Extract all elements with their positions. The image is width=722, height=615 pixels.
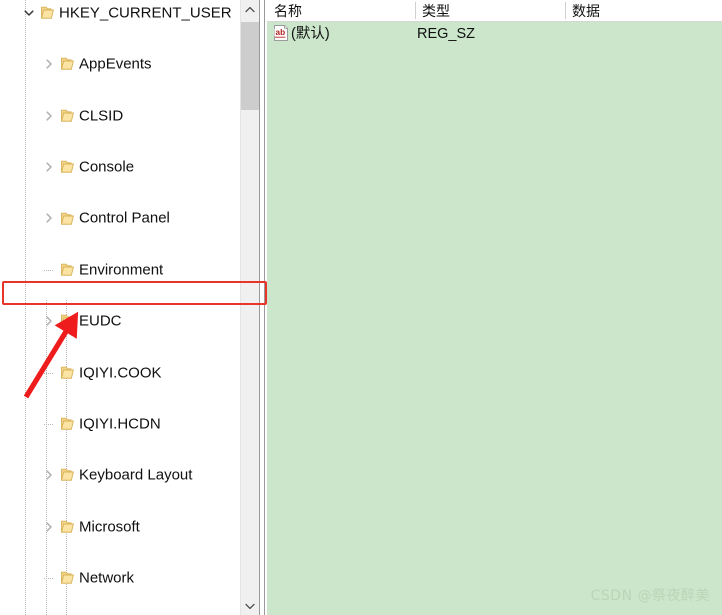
tree-item-label: Keyboard Layout <box>79 466 193 484</box>
svg-text:ab: ab <box>276 28 286 37</box>
tree-item-appevents[interactable]: AppEvents <box>0 51 240 77</box>
folder-icon <box>60 570 76 585</box>
chevron-right-icon[interactable] <box>42 520 56 534</box>
tree-connector <box>44 269 53 271</box>
tree-connector <box>44 578 53 580</box>
tree-item-label: HKEY_CURRENT_USER <box>59 4 232 22</box>
value-row[interactable]: ab (默认) REG_SZ <box>267 22 722 46</box>
tree-item-network[interactable]: Network <box>0 565 240 591</box>
chevron-right-icon[interactable] <box>42 57 56 71</box>
chevron-right-icon[interactable] <box>42 160 56 174</box>
tree-item-hkey-current-user[interactable]: HKEY_CURRENT_USER <box>0 0 240 26</box>
registry-tree-pane[interactable]: HKEY_CURRENT_USER AppEvents CLSID Console Co… <box>0 0 240 615</box>
tree-item-label: IQIYI.COOK <box>79 364 162 382</box>
folder-icon <box>60 262 76 277</box>
tree-item-label: Control Panel <box>79 209 170 227</box>
chevron-right-icon[interactable] <box>42 468 56 482</box>
folder-icon <box>60 313 76 328</box>
registry-tree-list: HKEY_CURRENT_USER AppEvents CLSID Console Co… <box>0 0 240 615</box>
folder-icon <box>60 108 76 123</box>
tree-item-control-panel[interactable]: Control Panel <box>0 206 240 232</box>
tree-item-clsid[interactable]: CLSID <box>0 103 240 129</box>
chevron-right-icon[interactable] <box>42 109 56 123</box>
pane-splitter[interactable] <box>259 0 267 615</box>
folder-icon <box>60 211 76 226</box>
tree-item-label: CLSID <box>79 107 124 125</box>
scroll-up-button[interactable] <box>241 0 259 18</box>
folder-icon <box>60 467 76 482</box>
chevron-down-icon[interactable] <box>22 6 36 20</box>
tree-connector <box>44 424 53 426</box>
folder-icon <box>60 56 76 71</box>
folder-icon <box>60 365 76 380</box>
registry-editor-window: HKEY_CURRENT_USER AppEvents CLSID Console Co… <box>0 0 722 615</box>
tree-item-environment[interactable]: Environment <box>0 257 240 283</box>
tree-item-label: IQIYI.HCDN <box>79 415 161 433</box>
chevron-right-icon[interactable] <box>42 314 56 328</box>
string-value-icon: ab <box>272 24 290 42</box>
tree-vertical-scrollbar[interactable] <box>240 0 259 615</box>
tree-item-label: Microsoft <box>79 518 140 536</box>
values-column-header[interactable]: 名称 类型 数据 <box>267 0 722 22</box>
tree-connector <box>44 372 53 374</box>
value-type-cell: REG_SZ <box>417 25 476 42</box>
chevron-down-icon <box>245 603 255 610</box>
column-header-data-label: 数据 <box>572 2 600 19</box>
chevron-right-icon[interactable] <box>42 211 56 225</box>
folder-icon <box>60 519 76 534</box>
values-list-body: ab (默认) REG_SZ <box>267 22 722 615</box>
tree-item-keyboard-layout[interactable]: Keyboard Layout <box>0 462 240 488</box>
column-header-type-label: 类型 <box>422 2 450 19</box>
tree-item-console[interactable]: Console <box>0 154 240 180</box>
csdn-watermark: CSDN @祭夜醉美 <box>590 588 710 604</box>
chevron-up-icon <box>245 6 255 13</box>
column-header-name[interactable]: 名称 <box>267 0 415 21</box>
tree-item-iqiyi-hcdn[interactable]: IQIYI.HCDN <box>0 411 240 437</box>
scroll-down-button[interactable] <box>241 597 259 615</box>
folder-icon <box>60 416 76 431</box>
folder-icon <box>40 5 56 20</box>
column-header-data[interactable]: 数据 <box>565 0 722 21</box>
folder-icon <box>60 159 76 174</box>
tree-item-iqiyi-cook[interactable]: IQIYI.COOK <box>0 360 240 386</box>
scrollbar-thumb[interactable] <box>241 22 259 110</box>
tree-item-microsoft[interactable]: Microsoft <box>0 514 240 540</box>
value-name-cell: (默认) <box>291 25 330 42</box>
tree-item-label: Environment <box>79 261 164 279</box>
column-header-type[interactable]: 类型 <box>415 0 565 21</box>
tree-item-eudc[interactable]: EUDC <box>0 308 240 334</box>
tree-item-label: Network <box>79 569 135 587</box>
column-header-name-label: 名称 <box>274 2 302 19</box>
tree-item-label: AppEvents <box>79 55 152 73</box>
tree-item-label: EUDC <box>79 312 122 330</box>
registry-values-pane[interactable]: 名称 类型 数据 ab (默认) REG_SZ CSDN @祭夜醉美 <box>267 0 722 615</box>
tree-item-label: Console <box>79 158 135 176</box>
